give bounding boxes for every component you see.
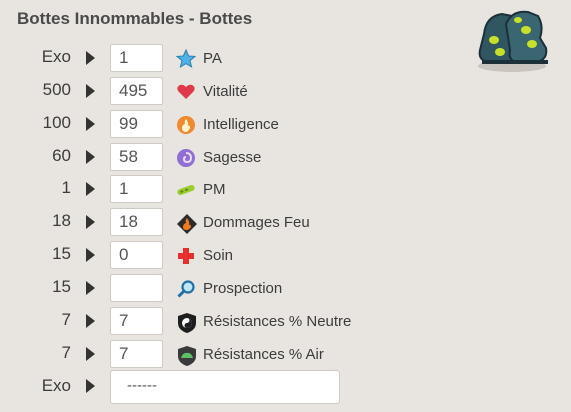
stat-label: Vitalité (203, 83, 248, 100)
stat-value-input[interactable]: 7 (110, 340, 163, 368)
pa-star-icon (175, 48, 197, 69)
required-value: Exo (41, 47, 71, 66)
heart-icon (176, 82, 196, 102)
fire-damage-icon (176, 213, 197, 234)
stat-row: 15 Prospection (0, 272, 571, 304)
prospection-magnifier-icon (176, 279, 196, 299)
required-value: 7 (61, 343, 71, 362)
exo-required-label: Exo (41, 376, 71, 395)
stat-row: 500 495 Vitalité (0, 75, 571, 107)
required-value: 15 (52, 244, 71, 263)
wisdom-swirl-icon (176, 148, 196, 168)
copy-arrow-button[interactable] (86, 117, 95, 131)
required-value: 60 (52, 146, 71, 165)
stat-value-input[interactable]: 7 (110, 307, 163, 335)
stat-label: Sagesse (203, 149, 262, 166)
neutral-resist-icon (176, 312, 196, 333)
required-value: 1 (61, 178, 71, 197)
exo-row: Exo ------ (0, 370, 571, 404)
stat-row: 18 18 Dommages Feu (0, 206, 571, 238)
stat-label: PA (203, 50, 222, 67)
copy-arrow-button[interactable] (86, 51, 95, 65)
stat-row: Exo 1 PA (0, 42, 571, 74)
required-value: 15 (52, 277, 71, 296)
copy-arrow-button[interactable] (86, 84, 95, 98)
copy-arrow-button[interactable] (86, 215, 95, 229)
stat-label: Résistances % Neutre (203, 313, 352, 330)
stat-value-input[interactable]: 1 (110, 175, 163, 203)
stat-row: 100 99 Intelligence (0, 108, 571, 140)
copy-arrow-button[interactable] (86, 281, 95, 295)
required-value: 100 (42, 113, 71, 132)
item-title: Bottes Innommables - Bottes (17, 9, 253, 28)
heal-cross-icon (176, 246, 196, 266)
stat-value-input[interactable]: 0 (110, 241, 163, 269)
air-resist-icon (176, 345, 196, 366)
stat-label: Résistances % Air (203, 346, 324, 363)
stat-row: 60 58 Sagesse (0, 141, 571, 173)
copy-arrow-button[interactable] (86, 347, 95, 361)
stat-value-input[interactable]: 99 (110, 110, 163, 138)
copy-arrow-button[interactable] (86, 182, 95, 196)
required-value: 7 (61, 310, 71, 329)
stat-value-input[interactable] (110, 274, 163, 302)
stat-label: Dommages Feu (203, 214, 310, 231)
stat-row: 15 0 Soin (0, 239, 571, 271)
stat-row: 7 7 Résistances % Air (0, 338, 571, 370)
exo-select[interactable]: ------ (110, 370, 340, 404)
stat-label: Intelligence (203, 116, 279, 133)
required-value: 500 (42, 80, 71, 99)
stat-value-input[interactable]: 1 (110, 44, 163, 72)
exo-arrow-button[interactable] (86, 379, 95, 393)
stat-label: Soin (203, 247, 234, 264)
fire-intelligence-icon (176, 115, 196, 135)
required-value: 18 (52, 211, 71, 230)
copy-arrow-button[interactable] (86, 150, 95, 164)
stat-label: Prospection (203, 280, 283, 297)
copy-arrow-button[interactable] (86, 314, 95, 328)
stat-value-input[interactable]: 495 (110, 77, 163, 105)
stat-value-input[interactable]: 58 (110, 143, 163, 171)
stat-row: 1 1 PM (0, 173, 571, 205)
pm-boot-icon (176, 180, 196, 200)
stat-label: PM (203, 181, 226, 198)
stat-row: 7 7 Résistances % Neutre (0, 305, 571, 337)
stat-value-input[interactable]: 18 (110, 208, 163, 236)
copy-arrow-button[interactable] (86, 248, 95, 262)
